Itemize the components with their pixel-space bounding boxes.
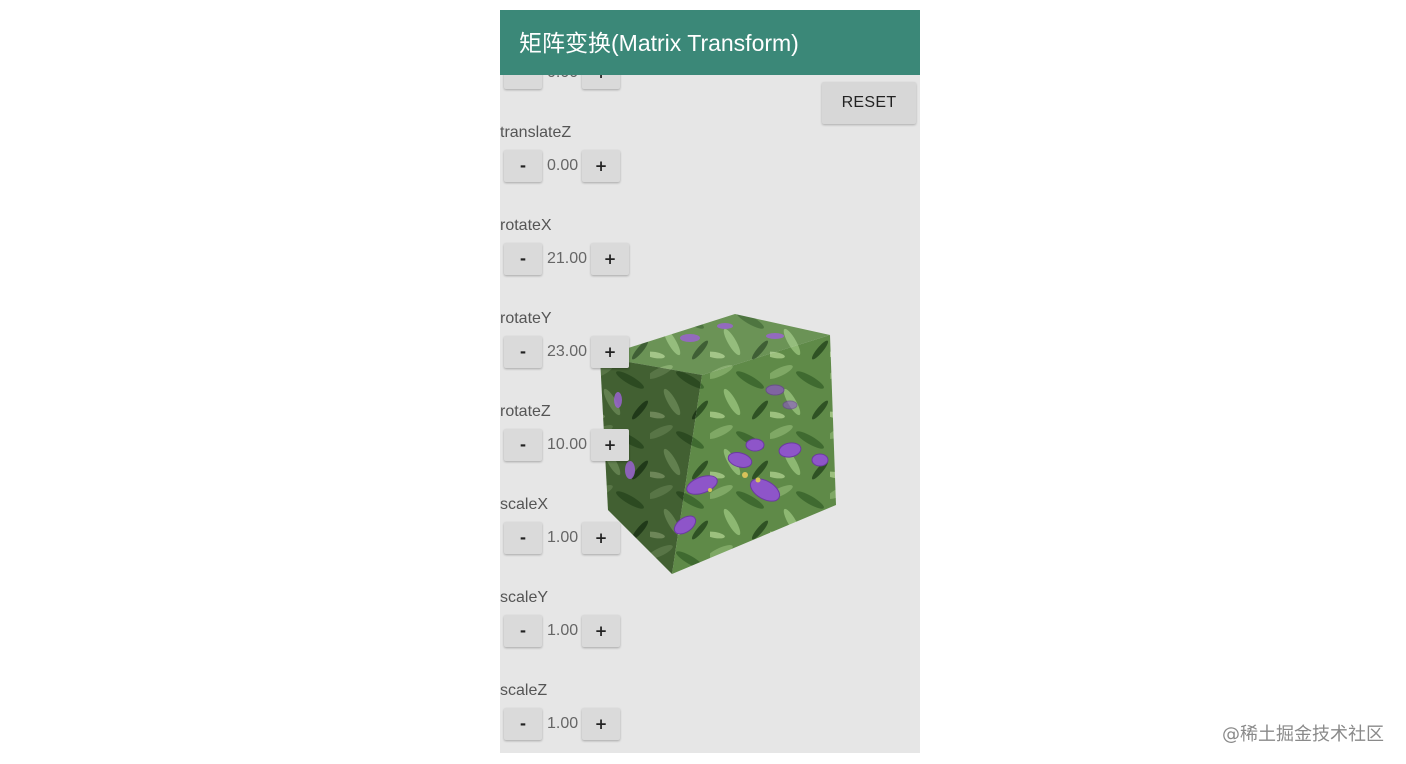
rotateX-label: rotateX (500, 217, 552, 234)
scaleY-minus-button[interactable]: - (504, 615, 542, 647)
scaleZ-plus-button[interactable]: + (582, 708, 620, 740)
translateZ-plus-button[interactable]: + (582, 150, 620, 182)
scaleX-plus-button[interactable]: + (582, 522, 620, 554)
rotateZ-plus-button[interactable]: + (591, 429, 629, 461)
rotateY-plus-button[interactable]: + (591, 336, 629, 368)
phone-screen: - 0.00 + RESET translateZ - 0.00 + rotat… (500, 10, 920, 753)
rotateX-value: 21.00 (547, 250, 588, 267)
scaleZ-minus-button[interactable]: - (504, 708, 542, 740)
controls-panel: - 0.00 + RESET translateZ - 0.00 + rotat… (500, 10, 920, 753)
app-bar: 矩阵变换(Matrix Transform) (500, 10, 920, 75)
rotateX-plus-button[interactable]: + (591, 243, 629, 275)
rotateY-minus-button[interactable]: - (504, 336, 542, 368)
rotateX-minus-button[interactable]: - (504, 243, 542, 275)
watermark-text: @稀土掘金技术社区 (1222, 724, 1384, 745)
translateZ-value: 0.00 (547, 157, 579, 174)
rotateY-label: rotateY (500, 310, 552, 327)
rotateZ-value: 10.00 (547, 436, 588, 453)
scaleY-value: 1.00 (547, 622, 579, 639)
rotateZ-label: rotateZ (500, 403, 551, 420)
scaleZ-label: scaleZ (500, 682, 548, 699)
rotateY-value: 23.00 (547, 343, 588, 360)
translateZ-minus-button[interactable]: - (504, 150, 542, 182)
translateZ-label: translateZ (500, 124, 572, 141)
reset-button[interactable]: RESET (822, 82, 916, 124)
scaleZ-value: 1.00 (547, 715, 579, 732)
scaleX-label: scaleX (500, 496, 549, 513)
scaleY-label: scaleY (500, 589, 549, 606)
scaleX-minus-button[interactable]: - (504, 522, 542, 554)
rotateZ-minus-button[interactable]: - (504, 429, 542, 461)
scaleX-value: 1.00 (547, 529, 579, 546)
scaleY-plus-button[interactable]: + (582, 615, 620, 647)
app-title: 矩阵变换(Matrix Transform) (519, 30, 799, 56)
